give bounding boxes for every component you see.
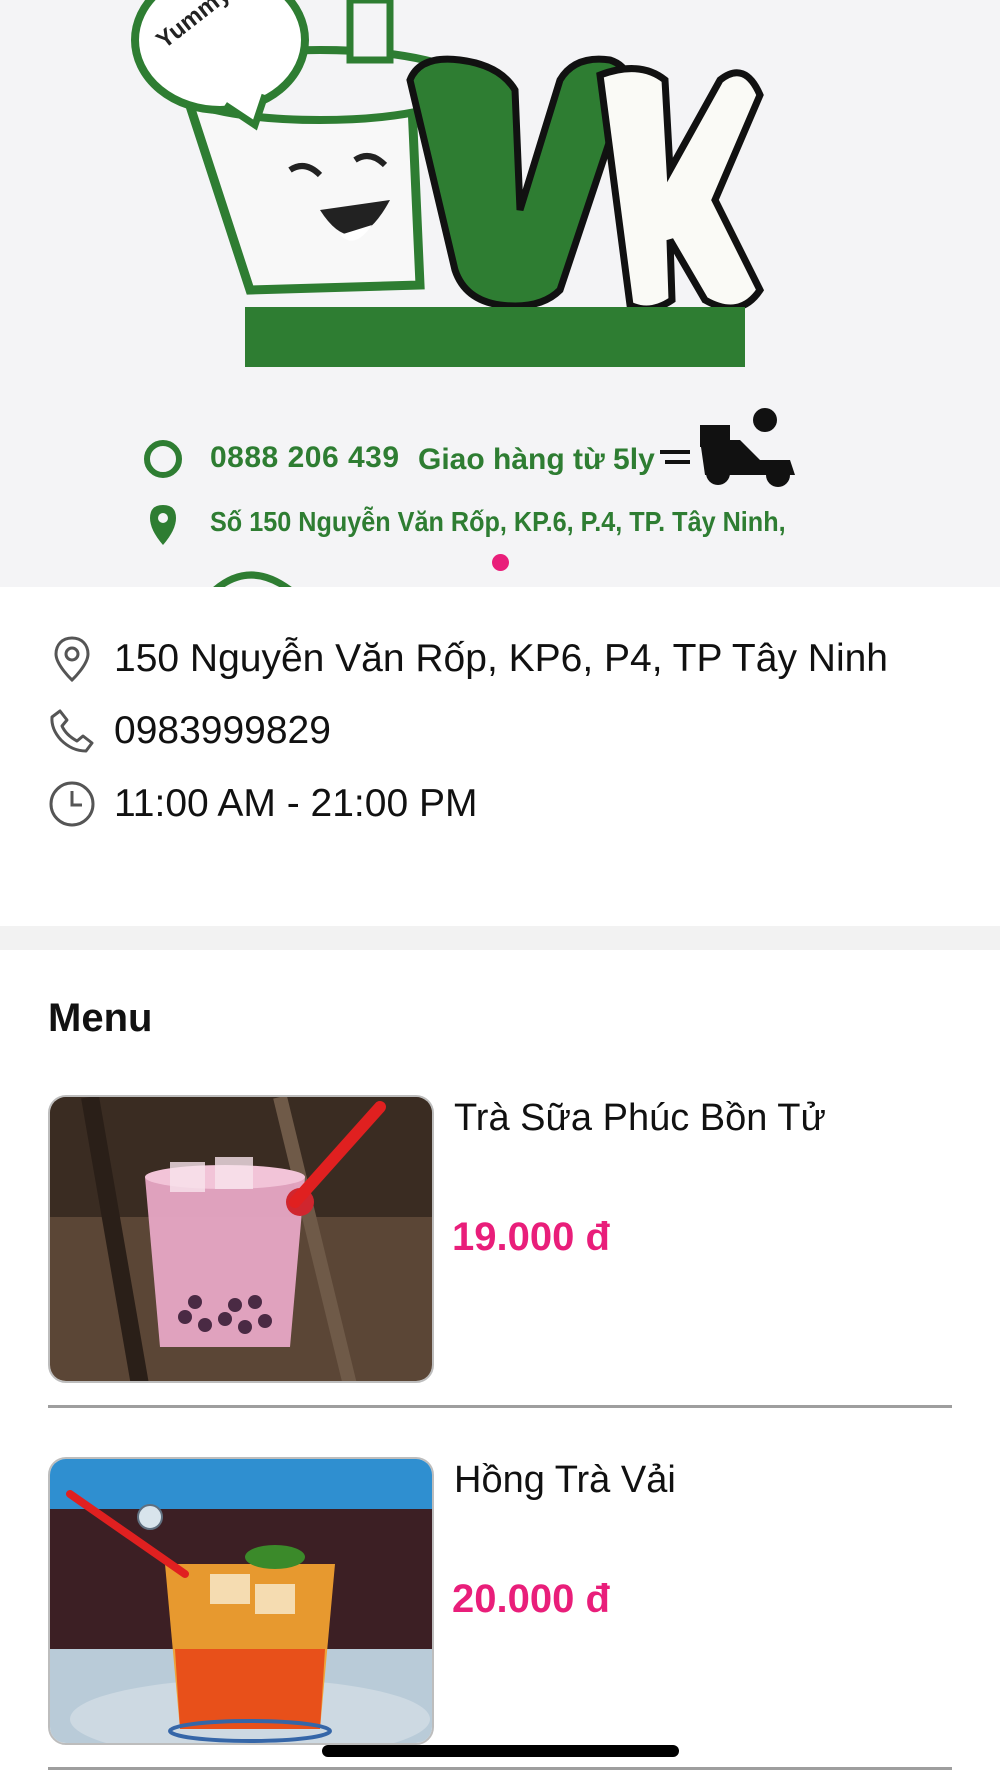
- banner-delivery: Giao hàng từ 5ly: [418, 443, 655, 476]
- menu-item-image: [48, 1095, 434, 1383]
- store-phone[interactable]: 0983999829: [114, 709, 331, 753]
- clock-icon: [48, 780, 96, 828]
- store-address: 150 Nguyễn Văn Rốp, KP6, P4, TP Tây Ninh: [114, 637, 888, 680]
- menu-item-name: Hồng Trà Vải: [454, 1459, 676, 1501]
- store-address-row[interactable]: 150 Nguyễn Văn Rốp, KP6, P4, TP Tây Ninh: [48, 635, 888, 683]
- phone-icon: [48, 707, 96, 755]
- store-logo-image: [131, 0, 795, 587]
- menu-item[interactable]: Trà Sữa Phúc Bồn Tử 19.000 đ: [48, 1095, 952, 1408]
- menu-item[interactable]: Hồng Trà Vải 20.000 đ: [48, 1457, 952, 1770]
- home-indicator[interactable]: [322, 1745, 679, 1757]
- menu-title: Menu: [48, 996, 153, 1040]
- store-hours: 11:00 AM - 21:00 PM: [114, 782, 478, 825]
- carousel-indicator[interactable]: [492, 554, 509, 571]
- store-phone-row[interactable]: 0983999829: [48, 707, 331, 755]
- store-hours-row: 11:00 AM - 21:00 PM: [48, 780, 477, 828]
- menu-item-name: Trà Sữa Phúc Bồn Tử: [454, 1097, 826, 1139]
- item-divider: [48, 1405, 952, 1408]
- menu-item-price: 19.000 đ: [452, 1215, 610, 1259]
- banner-address: Số 150 Nguyễn Văn Rốp, KP.6, P.4, TP. Tâ…: [210, 506, 786, 537]
- menu-item-image: [48, 1457, 434, 1745]
- menu-item-price: 20.000 đ: [452, 1577, 610, 1621]
- location-pin-icon: [48, 635, 96, 683]
- item-divider: [48, 1767, 952, 1770]
- banner-phone: 0888 206 439: [210, 441, 400, 474]
- section-separator: [0, 926, 1000, 950]
- store-banner[interactable]: Yummy 0888 206 439 Giao hàng từ 5ly Số 1…: [0, 0, 1000, 587]
